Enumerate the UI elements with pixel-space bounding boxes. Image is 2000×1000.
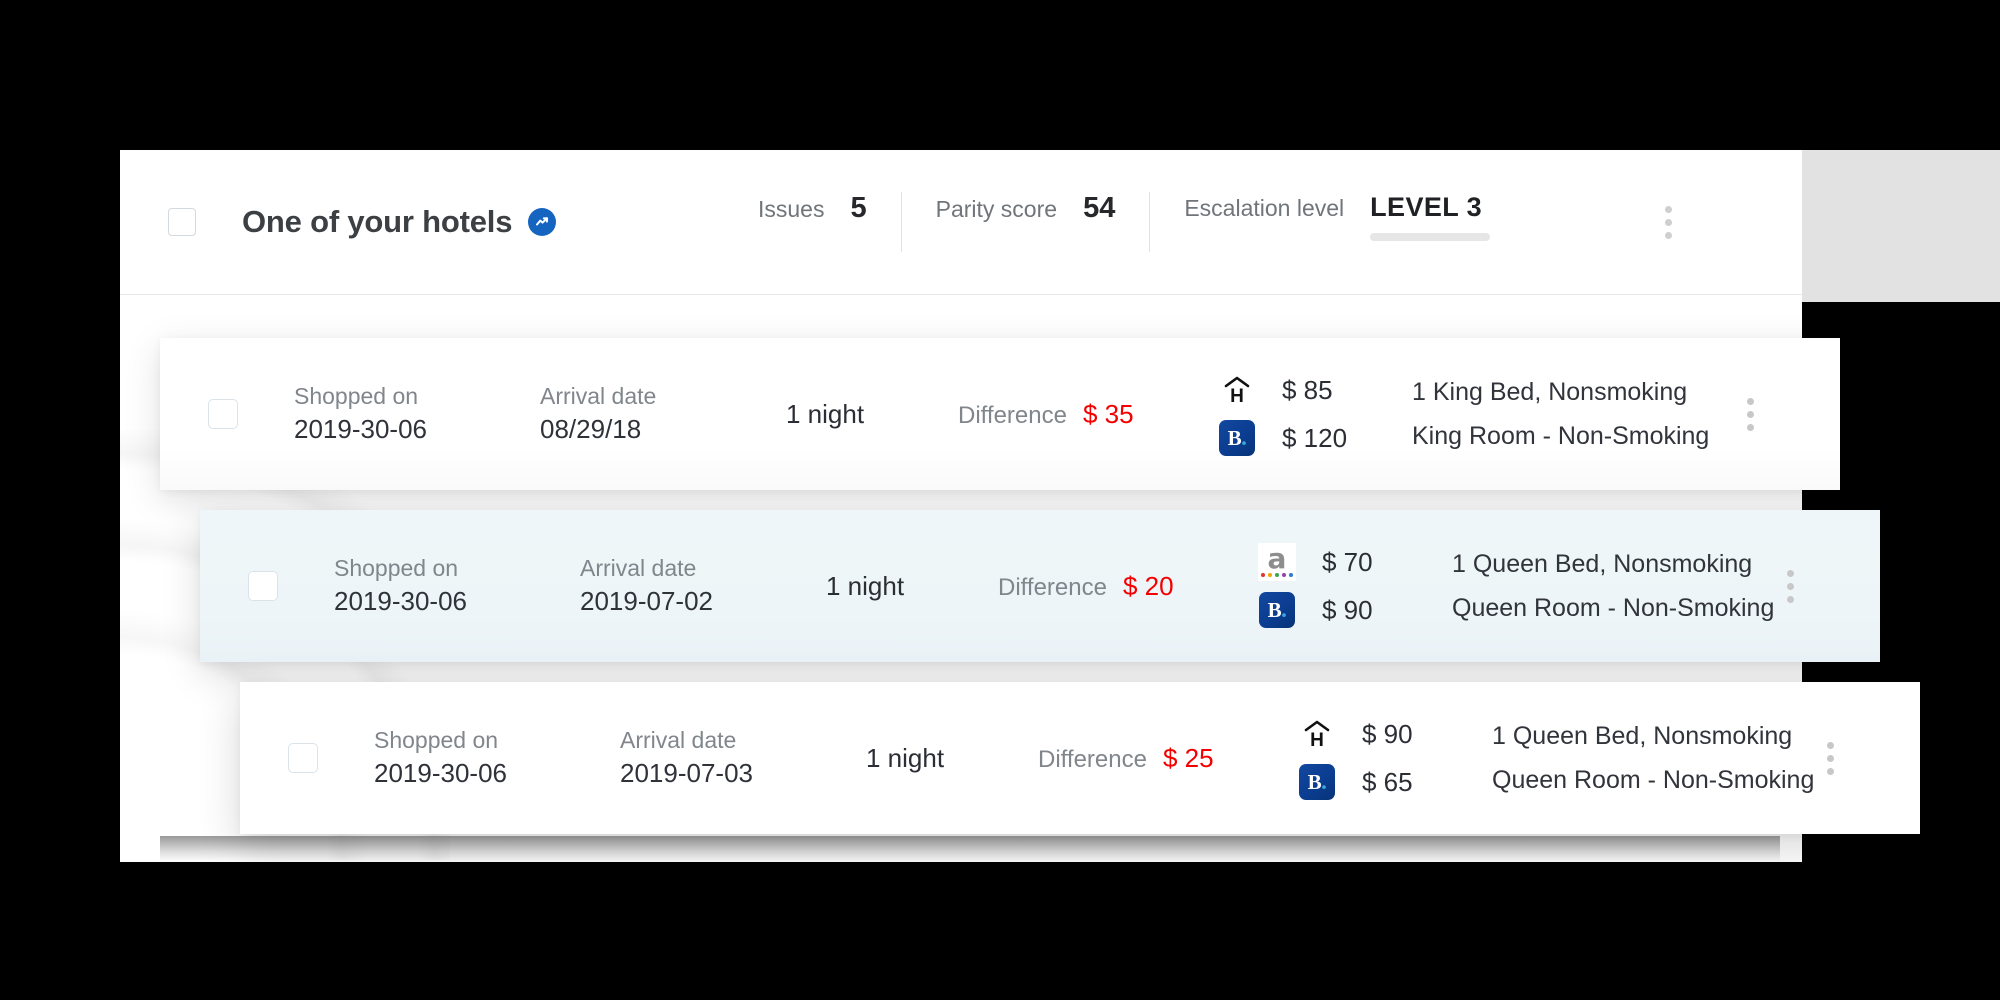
offer-price: $ 65 bbox=[1362, 766, 1413, 797]
offer-price: $ 85 bbox=[1282, 374, 1333, 405]
more-options-icon[interactable] bbox=[1665, 205, 1672, 239]
difference-cell: Difference $ 20 bbox=[998, 571, 1208, 602]
difference-label: Difference bbox=[1038, 745, 1147, 773]
stat-parity-score-value: 54 bbox=[1083, 192, 1116, 224]
select-all-checkbox[interactable] bbox=[168, 208, 196, 236]
booking-com-icon: B. bbox=[1258, 591, 1296, 629]
room-descriptions: 1 Queen Bed, Nonsmoking Queen Room - Non… bbox=[1452, 549, 1774, 623]
room-description: Queen Room - Non-Smoking bbox=[1492, 766, 1815, 794]
room-description: Queen Room - Non-Smoking bbox=[1452, 594, 1775, 622]
stat-issues-value: 5 bbox=[850, 192, 867, 224]
room-descriptions: 1 King Bed, Nonsmoking King Room - Non-S… bbox=[1412, 377, 1709, 451]
escalation-level-value: LEVEL 3 bbox=[1370, 192, 1482, 222]
arrival-date-label: Arrival date bbox=[540, 382, 657, 409]
offer-prices: H $ 85 B. $ 120 bbox=[1218, 371, 1368, 457]
room-description: 1 Queen Bed, Nonsmoking bbox=[1492, 722, 1793, 750]
escalation-value-group: LEVEL 3 bbox=[1370, 192, 1491, 241]
offer-price: $ 120 bbox=[1282, 422, 1348, 453]
row-checkbox[interactable] bbox=[248, 571, 278, 601]
hotel-header-left: One of your hotels bbox=[120, 204, 680, 240]
row-more-options-icon[interactable] bbox=[1787, 569, 1794, 603]
booking-com-icon: B. bbox=[1218, 419, 1256, 457]
difference-value: $ 25 bbox=[1162, 742, 1214, 773]
offer-line: H $ 90 bbox=[1298, 715, 1448, 753]
shopped-on-cell: Shopped on 2019-30-06 bbox=[334, 553, 524, 619]
row-checkbox[interactable] bbox=[288, 743, 318, 773]
arrival-date-value: 2019-07-02 bbox=[580, 585, 713, 616]
arrival-date-value: 08/29/18 bbox=[540, 413, 642, 444]
screenshot-stage: One of your hotels Issues 5 Parity score… bbox=[0, 0, 2000, 1000]
offer-line: B. $ 120 bbox=[1218, 419, 1368, 457]
difference-cell: Difference $ 35 bbox=[958, 399, 1168, 430]
table-row[interactable]: Shopped on 2019-30-06 Arrival date 2019-… bbox=[200, 510, 1880, 662]
room-description: King Room - Non-Smoking bbox=[1412, 422, 1710, 450]
offer-line: B. $ 65 bbox=[1298, 763, 1448, 801]
table-row[interactable]: Shopped on 2019-30-06 Arrival date 08/29… bbox=[160, 338, 1840, 490]
verified-chart-badge-icon bbox=[528, 208, 557, 236]
difference-value: $ 35 bbox=[1082, 398, 1134, 429]
offer-line: a $ 70 bbox=[1258, 543, 1408, 581]
shopped-on-label: Shopped on bbox=[294, 382, 419, 409]
shopped-on-value: 2019-30-06 bbox=[334, 585, 467, 616]
offer-price: $ 70 bbox=[1322, 546, 1373, 577]
row-checkbox[interactable] bbox=[208, 399, 238, 429]
arrival-date-cell: Arrival date 08/29/18 bbox=[540, 381, 730, 447]
stat-parity-score: Parity score 54 bbox=[900, 192, 1150, 252]
row-more-options-icon[interactable] bbox=[1747, 397, 1754, 431]
hotels-com-icon: H bbox=[1298, 715, 1336, 753]
booking-com-icon: B. bbox=[1298, 763, 1336, 801]
arrival-date-cell: Arrival date 2019-07-02 bbox=[580, 553, 770, 619]
difference-label: Difference bbox=[958, 401, 1067, 429]
stat-parity-score-label: Parity score bbox=[935, 196, 1058, 222]
offer-line: H $ 85 bbox=[1218, 371, 1368, 409]
amazon-icon: a bbox=[1258, 543, 1296, 581]
difference-cell: Difference $ 25 bbox=[1038, 743, 1248, 774]
arrival-date-cell: Arrival date 2019-07-03 bbox=[620, 725, 810, 791]
arrival-date-value: 2019-07-03 bbox=[620, 757, 753, 788]
room-descriptions: 1 Queen Bed, Nonsmoking Queen Room - Non… bbox=[1492, 721, 1814, 795]
offer-prices: H $ 90 B. $ 65 bbox=[1298, 715, 1448, 801]
offer-line: B. $ 90 bbox=[1258, 591, 1408, 629]
stat-issues: Issues 5 bbox=[724, 192, 901, 252]
difference-value: $ 20 bbox=[1122, 570, 1174, 601]
shopped-on-value: 2019-30-06 bbox=[374, 757, 507, 788]
offer-prices: a $ 70 B. $ 90 bbox=[1258, 543, 1408, 629]
offer-price: $ 90 bbox=[1362, 718, 1413, 749]
arrival-date-label: Arrival date bbox=[620, 726, 737, 753]
panel-side-tab bbox=[1802, 150, 2000, 302]
shopped-on-value: 2019-30-06 bbox=[294, 413, 427, 444]
row-more-options-icon[interactable] bbox=[1827, 741, 1834, 775]
nights-value: 1 night bbox=[786, 398, 865, 429]
stat-escalation-label: Escalation level bbox=[1184, 195, 1345, 221]
table-row[interactable]: Shopped on 2019-30-06 Arrival date 2019-… bbox=[240, 682, 1920, 834]
room-description: 1 King Bed, Nonsmoking bbox=[1412, 378, 1688, 406]
nights-value: 1 night bbox=[826, 570, 905, 601]
shopped-on-cell: Shopped on 2019-30-06 bbox=[374, 725, 564, 791]
svg-text:H: H bbox=[1230, 386, 1244, 407]
nights-value: 1 night bbox=[866, 742, 945, 773]
header-stats: Issues 5 Parity score 54 Escalation leve… bbox=[724, 192, 1524, 252]
escalation-progress-bar bbox=[1370, 233, 1491, 241]
stat-escalation-level: Escalation level LEVEL 3 bbox=[1149, 192, 1524, 252]
stat-issues-label: Issues bbox=[758, 196, 825, 222]
room-description: 1 Queen Bed, Nonsmoking bbox=[1452, 550, 1753, 578]
difference-label: Difference bbox=[998, 573, 1107, 601]
page-title: One of your hotels bbox=[242, 204, 513, 239]
shopped-on-cell: Shopped on 2019-30-06 bbox=[294, 381, 484, 447]
hotels-com-icon: H bbox=[1218, 371, 1256, 409]
offer-price: $ 90 bbox=[1322, 594, 1373, 625]
shopped-on-label: Shopped on bbox=[374, 726, 499, 753]
svg-text:H: H bbox=[1310, 730, 1324, 751]
hotel-header: One of your hotels Issues 5 Parity score… bbox=[120, 150, 1802, 295]
arrival-date-label: Arrival date bbox=[580, 554, 697, 581]
shopped-on-label: Shopped on bbox=[334, 554, 459, 581]
